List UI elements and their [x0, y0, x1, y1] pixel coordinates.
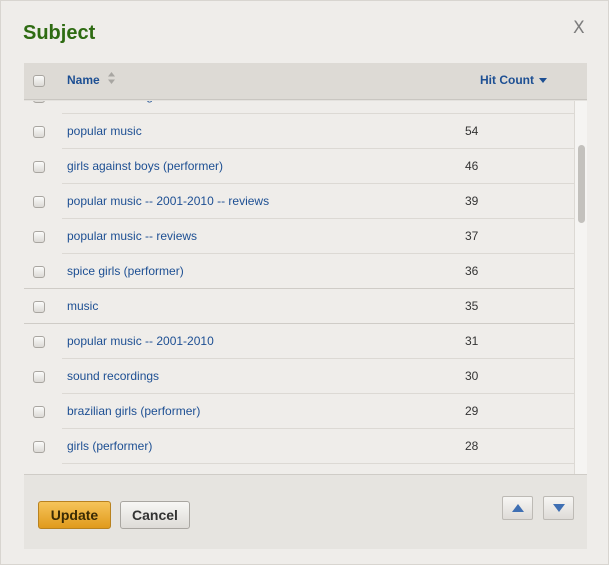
table-row[interactable]: sound recordings -- reviews 56 — [24, 101, 574, 114]
subject-name-link[interactable]: popular music -- reviews — [67, 229, 197, 243]
caret-down-icon[interactable] — [539, 78, 547, 83]
table-row[interactable]: sound recordings 30 — [24, 359, 574, 394]
subject-name-link[interactable]: sound recordings — [67, 369, 159, 383]
row-checkbox[interactable] — [33, 441, 45, 453]
subject-name-link[interactable]: popular music -- 2001-2010 -- reviews — [67, 194, 269, 208]
hit-count: 31 — [465, 334, 479, 348]
update-button[interactable]: Update — [38, 501, 111, 529]
hit-count: 54 — [465, 124, 479, 138]
table-row[interactable]: girls (performer) 28 — [24, 429, 574, 464]
subject-name-link[interactable]: spice girls (performer) — [67, 264, 184, 278]
hit-count: 29 — [465, 404, 479, 418]
row-checkbox[interactable] — [33, 406, 45, 418]
row-divider — [62, 463, 574, 464]
move-up-button[interactable] — [502, 496, 533, 520]
row-checkbox[interactable] — [33, 161, 45, 173]
triangle-down-icon — [552, 504, 565, 512]
column-header-name[interactable]: Name — [67, 73, 100, 87]
subject-name-link[interactable]: brazilian girls (performer) — [67, 404, 200, 418]
cancel-button[interactable]: Cancel — [120, 501, 190, 529]
select-all-checkbox[interactable] — [33, 75, 45, 87]
sort-both-icon[interactable] — [107, 71, 116, 85]
subject-name-link[interactable]: girls (performer) — [67, 439, 152, 453]
row-checkbox[interactable] — [33, 266, 45, 278]
row-checkbox[interactable] — [33, 301, 45, 313]
subject-name-link[interactable]: girls against boys (performer) — [67, 159, 223, 173]
subject-name-link[interactable]: music — [67, 299, 98, 313]
table-row[interactable]: popular music 54 — [24, 114, 574, 149]
row-checkbox[interactable] — [33, 126, 45, 138]
scrollbar-thumb[interactable] — [578, 145, 585, 223]
hit-count: 56 — [465, 101, 478, 103]
table-row[interactable]: popular music -- 2001-2010 31 — [24, 324, 574, 359]
table-row[interactable]: music 35 — [24, 289, 574, 324]
row-checkbox[interactable] — [33, 231, 45, 243]
table-row[interactable]: popular music -- 2001-2010 -- reviews 39 — [24, 184, 574, 219]
hit-count: 39 — [465, 194, 479, 208]
hit-count: 30 — [465, 369, 479, 383]
subject-name-link[interactable]: popular music — [67, 124, 142, 138]
hit-count: 36 — [465, 264, 479, 278]
hit-count: 35 — [465, 299, 479, 313]
table-row[interactable]: brazilian girls (performer) 29 — [24, 394, 574, 429]
hit-count: 46 — [465, 159, 479, 173]
dialog-footer: Update Cancel — [24, 474, 587, 549]
table-rows: sound recordings -- reviews 56 popular mus… — [24, 101, 574, 464]
close-button[interactable]: X — [573, 18, 585, 38]
move-down-button[interactable] — [543, 496, 574, 520]
table-row[interactable]: spice girls (performer) 36 — [24, 254, 574, 289]
subject-table-panel: Name Hit Count sound recordings -- revie… — [24, 63, 587, 549]
table-row[interactable]: popular music -- reviews 37 — [24, 219, 574, 254]
table-body[interactable]: sound recordings -- reviews 56 popular mus… — [24, 101, 574, 474]
dialog-title: Subject — [23, 22, 96, 44]
subject-dialog: Subject X Name Hit Count sound recording… — [0, 0, 609, 565]
column-header-hit-count[interactable]: Hit Count — [480, 73, 534, 87]
row-checkbox[interactable] — [33, 101, 45, 103]
table-row[interactable]: girls against boys (performer) 46 — [24, 149, 574, 184]
hit-count: 28 — [465, 439, 479, 453]
subject-name-link[interactable]: sound recordings -- reviews — [67, 101, 214, 103]
row-checkbox[interactable] — [33, 196, 45, 208]
subject-name-link[interactable]: popular music -- 2001-2010 — [67, 334, 214, 348]
row-checkbox[interactable] — [33, 371, 45, 383]
triangle-up-icon — [511, 504, 524, 512]
hit-count: 37 — [465, 229, 479, 243]
table-header: Name Hit Count — [24, 63, 587, 100]
vertical-scrollbar[interactable] — [574, 101, 587, 474]
row-checkbox[interactable] — [33, 336, 45, 348]
